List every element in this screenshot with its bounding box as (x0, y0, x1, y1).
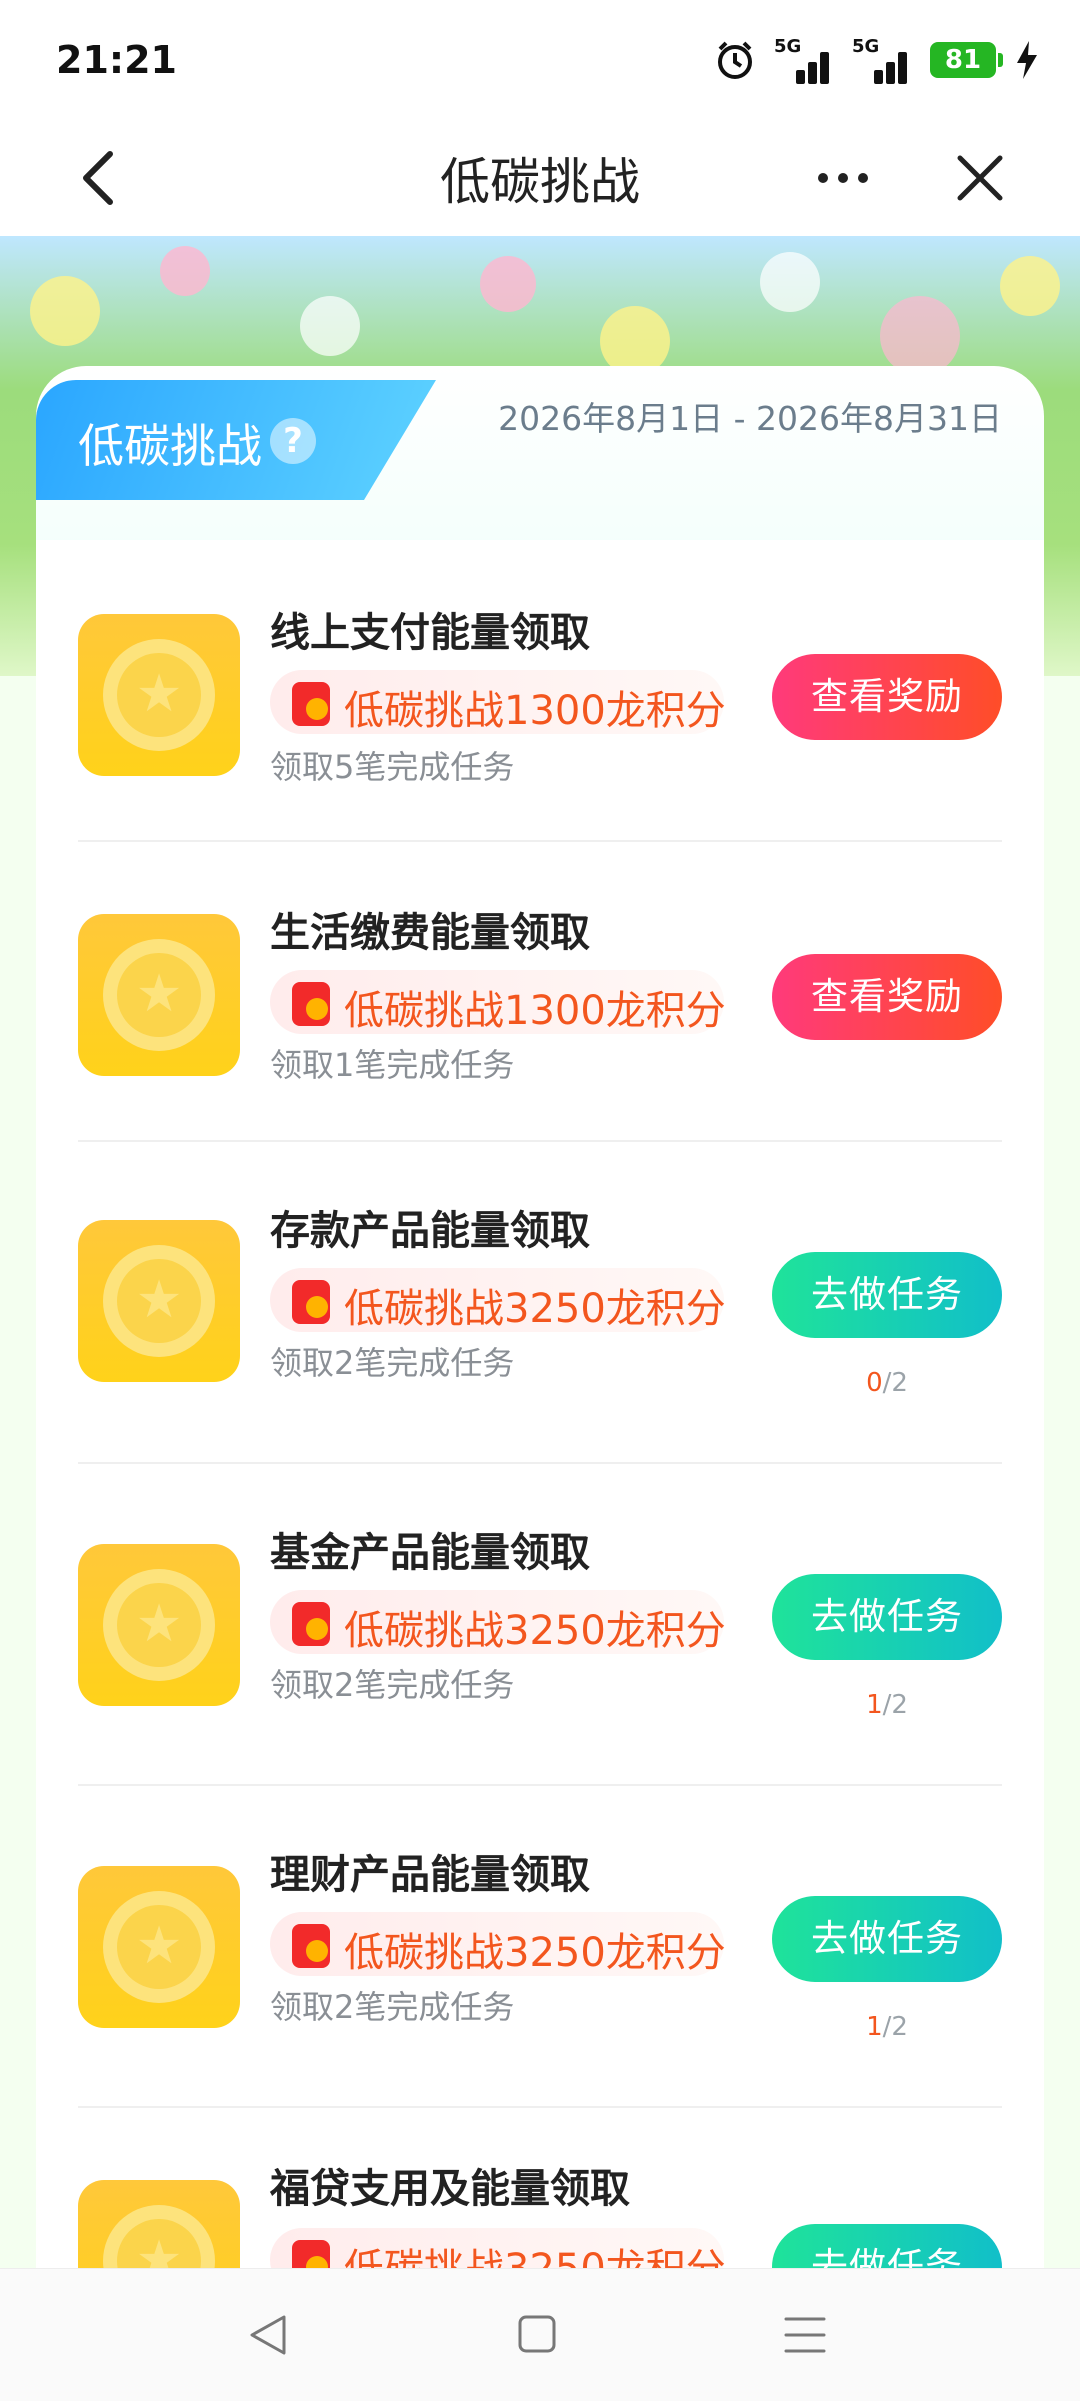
red-envelope-icon (292, 982, 330, 1026)
task-title: 线上支付能量领取 (270, 610, 590, 656)
red-envelope-icon (292, 1924, 330, 1968)
task-description: 领取2笔完成任务 (270, 1344, 515, 1382)
charging-icon (1017, 41, 1037, 79)
task-title: 基金产品能量领取 (270, 1530, 590, 1576)
do-task-button[interactable]: 去做任务 (772, 2224, 1002, 2270)
nav-bar: 低碳挑战 (0, 120, 1080, 236)
task-progress: 1/2 (772, 1690, 1002, 1720)
reward-pill: 低碳挑战1300龙积分 (270, 670, 726, 734)
system-nav-bar (0, 2268, 1080, 2401)
task-item: ★ 理财产品能量领取 低碳挑战3250龙积分 领取2笔完成任务 去做任务 1/2 (36, 1786, 1044, 2108)
reward-text: 低碳挑战1300龙积分 (344, 988, 726, 1034)
square-home-icon[interactable] (516, 2313, 558, 2355)
signal-icon-sim2: 5G (852, 36, 912, 84)
task-item: ★ 生活缴费能量领取 低碳挑战1300龙积分 领取1笔完成任务 查看奖励 (36, 842, 1044, 1142)
status-time: 21:21 (56, 38, 177, 82)
alarm-icon (718, 41, 752, 79)
reward-pill: 低碳挑战3250龙积分 (270, 1912, 726, 1976)
gold-coin-star-icon: ★ (78, 614, 240, 776)
gold-coin-star-icon: ★ (78, 2180, 240, 2270)
page-title: 低碳挑战 (440, 153, 640, 211)
reward-text: 低碳挑战1300龙积分 (344, 688, 726, 734)
reward-text: 低碳挑战3250龙积分 (344, 1608, 726, 1654)
task-title: 生活缴费能量领取 (270, 910, 590, 956)
network-type-label: 5G (774, 36, 802, 57)
task-item: ★ 存款产品能量领取 低碳挑战3250龙积分 领取2笔完成任务 去做任务 0/2 (36, 1142, 1044, 1464)
view-reward-button[interactable]: 查看奖励 (772, 654, 1002, 740)
task-description: 领取5笔完成任务 (270, 748, 515, 786)
signal-icon-sim1: 5G (774, 36, 834, 84)
task-progress: 0/2 (772, 1368, 1002, 1398)
reward-pill: 低碳挑战3250龙积分 (270, 2228, 726, 2270)
battery-indicator: 81 (930, 42, 1003, 78)
progress-done: 0 (866, 1368, 883, 1398)
progress-total: /2 (882, 2012, 908, 2042)
red-envelope-icon (292, 1280, 330, 1324)
task-title: 理财产品能量领取 (270, 1852, 590, 1898)
red-envelope-icon (292, 1602, 330, 1646)
triangle-back-icon[interactable] (244, 2313, 294, 2357)
close-icon[interactable] (950, 148, 1010, 208)
gold-coin-star-icon: ★ (78, 914, 240, 1076)
red-envelope-icon (292, 2240, 330, 2270)
view-reward-button[interactable]: 查看奖励 (772, 954, 1002, 1040)
progress-total: /2 (882, 1368, 908, 1398)
reward-text: 低碳挑战3250龙积分 (344, 2246, 726, 2270)
status-bar: 21:21 5G 5G 81 (0, 0, 1080, 120)
reward-pill: 低碳挑战3250龙积分 (270, 1268, 726, 1332)
progress-total: /2 (882, 1690, 908, 1720)
task-description: 领取1笔完成任务 (270, 1046, 515, 1084)
progress-done: 1 (866, 2012, 883, 2042)
gold-coin-star-icon: ★ (78, 1544, 240, 1706)
gold-coin-star-icon: ★ (78, 1866, 240, 2028)
task-progress: 1/2 (772, 2012, 1002, 2042)
task-item: ★ 线上支付能量领取 低碳挑战1300龙积分 领取5笔完成任务 查看奖励 (36, 540, 1044, 842)
task-item: ★ 基金产品能量领取 低碳挑战3250龙积分 领取2笔完成任务 去做任务 1/2 (36, 1464, 1044, 1786)
do-task-button[interactable]: 去做任务 (772, 1896, 1002, 1982)
more-horizontal-icon[interactable] (808, 148, 878, 208)
reward-text: 低碳挑战3250龙积分 (344, 1286, 726, 1332)
task-title: 福贷支用及能量领取 (270, 2166, 630, 2212)
reward-pill: 低碳挑战1300龙积分 (270, 970, 726, 1034)
network-type-label: 5G (852, 36, 880, 57)
reward-text: 低碳挑战3250龙积分 (344, 1930, 726, 1976)
menu-lines-icon[interactable] (782, 2313, 828, 2357)
progress-done: 1 (866, 1690, 883, 1720)
reward-pill: 低碳挑战3250龙积分 (270, 1590, 726, 1654)
task-title: 存款产品能量领取 (270, 1208, 590, 1254)
date-range: 2026年8月1日 - 2026年8月31日 (498, 399, 1002, 438)
do-task-button[interactable]: 去做任务 (772, 1252, 1002, 1338)
help-icon[interactable]: ? (270, 418, 316, 464)
do-task-button[interactable]: 去做任务 (772, 1574, 1002, 1660)
status-icons: 5G 5G 81 (714, 30, 1040, 90)
task-description: 领取2笔完成任务 (270, 1666, 515, 1704)
challenge-title: 低碳挑战 (78, 419, 262, 473)
gold-coin-star-icon: ★ (78, 1220, 240, 1382)
task-item: ★ 福贷支用及能量领取 低碳挑战3250龙积分 去做任务 (36, 2108, 1044, 2270)
task-list: ★ 线上支付能量领取 低碳挑战1300龙积分 领取5笔完成任务 查看奖励 ★ 生… (36, 540, 1044, 2270)
task-description: 领取2笔完成任务 (270, 1988, 515, 2026)
red-envelope-icon (292, 682, 330, 726)
